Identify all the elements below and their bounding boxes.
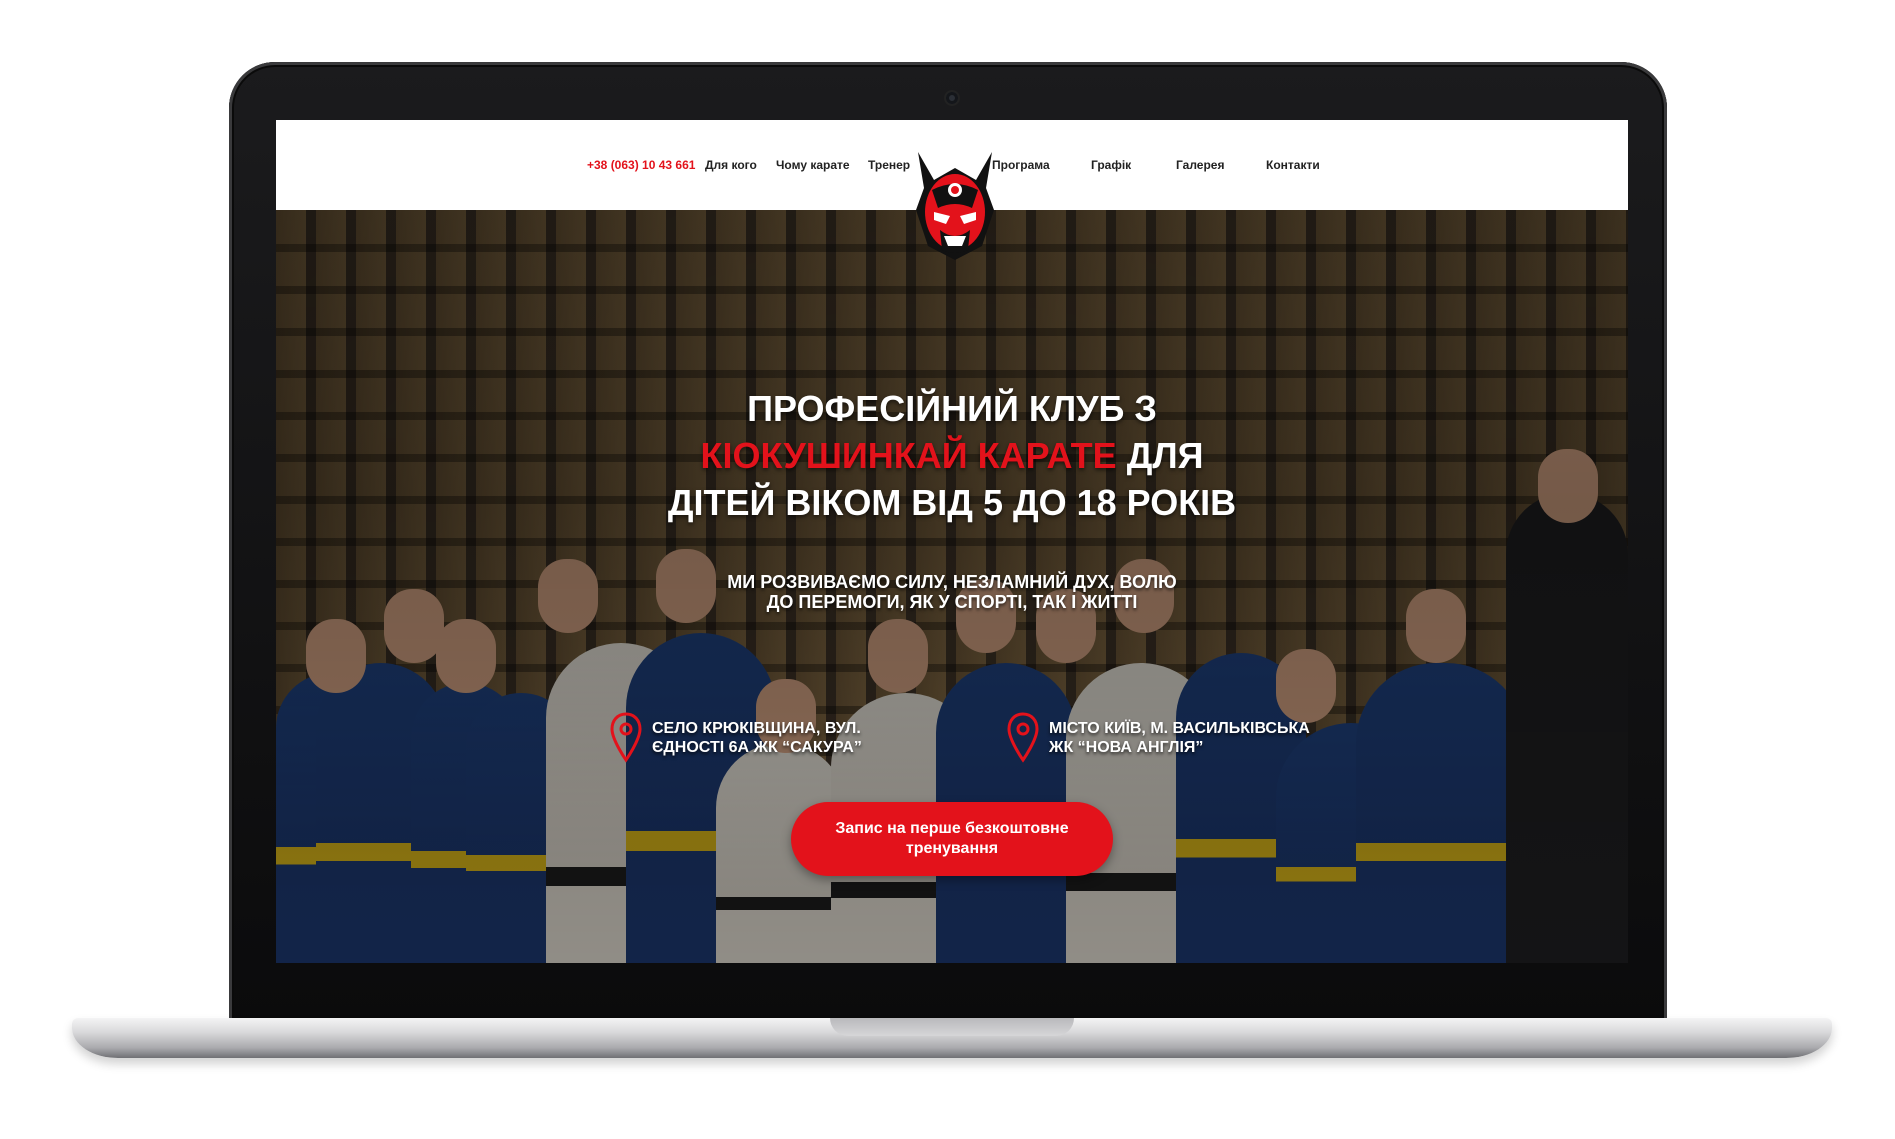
location-2-line-1: МІСТО КИЇВ, М. ВАСИЛЬКІВСЬКА bbox=[1049, 720, 1310, 737]
laptop-notch bbox=[830, 1018, 1074, 1036]
website-screen: +38 (063) 10 43 661 Для кого Чому карате… bbox=[276, 120, 1628, 963]
free-trial-signup-button[interactable]: Запис на перше безкоштовне тренування bbox=[791, 802, 1113, 876]
map-pin-icon bbox=[610, 712, 642, 763]
hero-subtitle-line-1: МИ РОЗВИВАЄМО СИЛУ, НЕЗЛАМНИЙ ДУХ, ВОЛЮ bbox=[727, 572, 1177, 592]
location-kyiv[interactable]: МІСТО КИЇВ, М. ВАСИЛЬКІВСЬКА ЖК “НОВА АН… bbox=[1007, 712, 1310, 764]
hero-subtitle-line-2: ДО ПЕРЕМОГИ, ЯК У СПОРТІ, ТАК І ЖИТТІ bbox=[766, 592, 1138, 612]
location-kriukivshchyna[interactable]: СЕЛО КРЮКІВЩИНА, ВУЛ. ЄДНОСТІ 6А ЖК “САК… bbox=[610, 712, 862, 764]
camera-icon bbox=[946, 92, 958, 104]
location-2-line-2: ЖК “НОВА АНГЛІЯ” bbox=[1049, 739, 1204, 756]
hero-title-line-1: ПРОФЕСІЙНИЙ КЛУБ З bbox=[747, 388, 1157, 429]
hero-title: ПРОФЕСІЙНИЙ КЛУБ З КІОКУШИНКАЙ КАРАТЕ ДЛ… bbox=[276, 385, 1628, 526]
nav-item-program[interactable]: Програма bbox=[992, 158, 1050, 172]
hero-title-line-2: КІОКУШИНКАЙ КАРАТЕ ДЛЯ bbox=[276, 432, 1628, 479]
nav-item-schedule[interactable]: Графік bbox=[1091, 158, 1131, 172]
location-1-line-1: СЕЛО КРЮКІВЩИНА, ВУЛ. bbox=[652, 720, 861, 737]
location-1-line-2: ЄДНОСТІ 6А ЖК “САКУРА” bbox=[652, 739, 862, 756]
nav-item-contacts[interactable]: Контакти bbox=[1266, 158, 1320, 172]
samurai-mask-logo[interactable] bbox=[912, 150, 998, 262]
nav-item-for-whom[interactable]: Для кого bbox=[705, 158, 757, 172]
hero-title-line-3: ДІТЕЙ ВІКОМ ВІД 5 ДО 18 РОКІВ bbox=[667, 482, 1237, 523]
nav-item-why-karate[interactable]: Чому карате bbox=[776, 158, 850, 172]
nav-item-gallery[interactable]: Галерея bbox=[1176, 158, 1224, 172]
hero-title-highlight: КІОКУШИНКАЙ КАРАТЕ bbox=[700, 435, 1117, 476]
hero-subtitle: МИ РОЗВИВАЄМО СИЛУ, НЕЗЛАМНИЙ ДУХ, ВОЛЮ … bbox=[276, 572, 1628, 612]
map-pin-icon bbox=[1007, 712, 1039, 763]
hero-title-line-2-rest: ДЛЯ bbox=[1116, 435, 1204, 476]
nav-phone-link[interactable]: +38 (063) 10 43 661 bbox=[587, 158, 695, 172]
nav-item-coach[interactable]: Тренер bbox=[868, 158, 910, 172]
